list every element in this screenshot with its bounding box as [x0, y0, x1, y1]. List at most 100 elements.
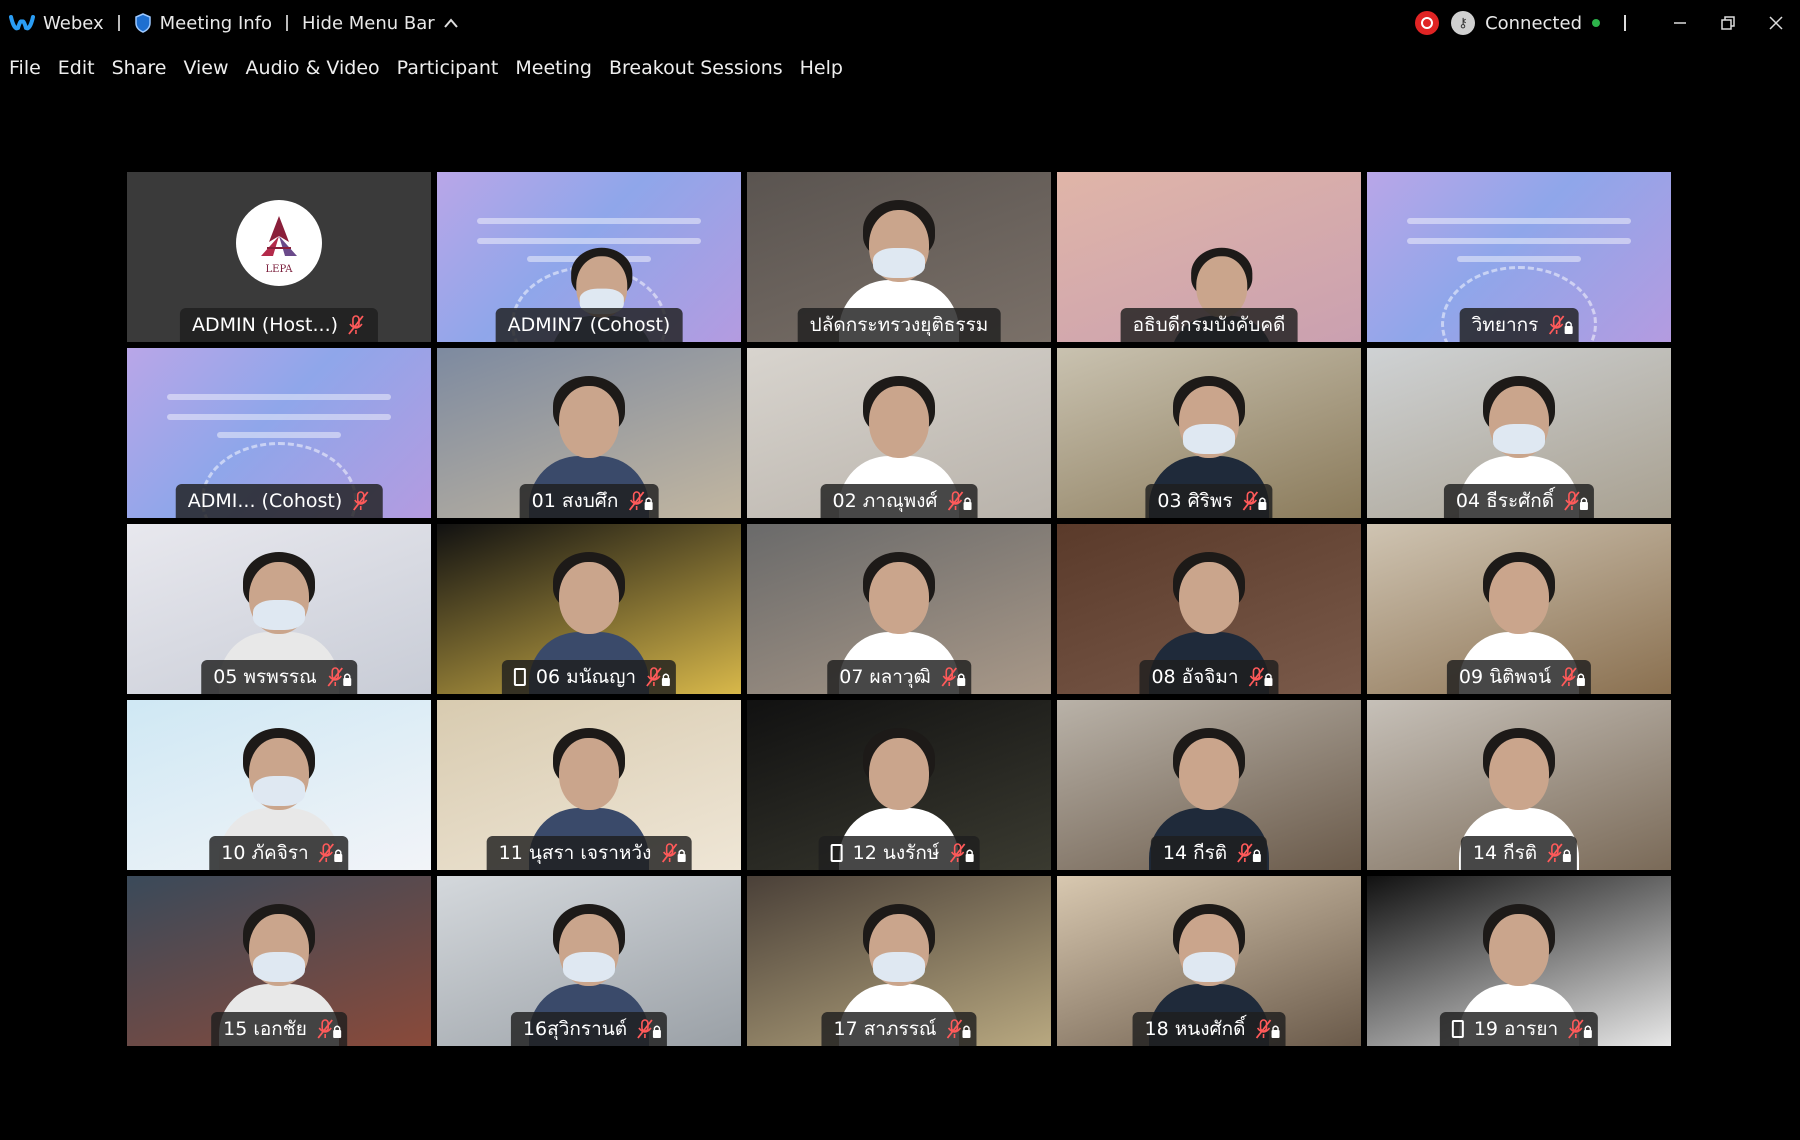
participant-tile[interactable]: 08 อัจจิมา: [1057, 524, 1361, 694]
muted-locked-mic-icon: [661, 842, 686, 864]
menu-view[interactable]: View: [183, 57, 228, 79]
muted-locked-mic-icon: [319, 842, 343, 864]
participant-name: 01 สงบศึก: [531, 490, 619, 512]
muted-locked-mic-icon: [1248, 666, 1273, 688]
menu-meeting[interactable]: Meeting: [515, 57, 592, 79]
participant-tile[interactable]: 02 ภาณุพงศ์: [747, 348, 1051, 518]
muted-mic-icon: [352, 490, 370, 512]
slide-text-line: [217, 432, 341, 438]
close-button[interactable]: [1752, 0, 1800, 46]
participant-name-label: 10 ภัคจิรา: [209, 836, 349, 870]
participant-name: ADMIN (Host...): [191, 314, 339, 336]
participant-name-label: 19 อารยา: [1439, 1012, 1599, 1046]
muted-locked-mic-icon: [1564, 490, 1589, 512]
participant-name-label: 11 นุสรา เจราหวัง: [486, 836, 692, 870]
webex-app-menu[interactable]: Webex: [9, 13, 104, 34]
participant-name-label: 14 กีรติ: [1460, 836, 1578, 870]
participant-tile[interactable]: 16สุวิกรานต์: [437, 876, 741, 1046]
muted-locked-mic-icon: [946, 1018, 971, 1040]
participant-tile[interactable]: 04 ธีระศักดิ์: [1367, 348, 1671, 518]
participant-name: 07 ผลาวุฒิ: [839, 666, 931, 688]
participant-tile[interactable]: 05 พรพรรณ: [127, 524, 431, 694]
participant-tile[interactable]: อธิบดีกรมบังคับคดี: [1057, 172, 1361, 342]
participant-name-label: 09 นิติพจน์: [1446, 660, 1592, 694]
menu-share[interactable]: Share: [112, 57, 167, 79]
recording-icon[interactable]: [1415, 11, 1440, 35]
participant-tile[interactable]: ADMIN7 (Cohost): [437, 172, 741, 342]
menu-help[interactable]: Help: [800, 57, 843, 79]
participant-name-label: 12 นงรักษ์: [818, 836, 980, 870]
participant-name: 02 ภาณุพงศ์: [832, 490, 938, 512]
participant-tile[interactable]: 15 เอกชัย: [127, 876, 431, 1046]
menu-edit[interactable]: Edit: [58, 57, 95, 79]
participant-name-label: 06 มนัณญา: [501, 660, 677, 694]
minimize-icon: [1674, 22, 1686, 24]
muted-locked-mic-icon: [1547, 842, 1572, 864]
participant-tile[interactable]: 10 ภัคจิรา: [127, 700, 431, 870]
mobile-device-icon: [830, 844, 843, 862]
mobile-device-icon: [1451, 1020, 1464, 1038]
participant-name-label: 15 เอกชัย: [211, 1012, 347, 1046]
participant-name: 14 กีรติ: [1162, 842, 1228, 864]
participant-tile[interactable]: 09 นิติพจน์: [1367, 524, 1671, 694]
divider: [1624, 15, 1626, 31]
participant-tile[interactable]: 01 สงบศึก: [437, 348, 741, 518]
shield-icon: [134, 13, 151, 33]
participant-tile[interactable]: 07 ผลาวุฒิ: [747, 524, 1051, 694]
muted-locked-mic-icon: [1255, 1018, 1280, 1040]
menu-audio-video[interactable]: Audio & Video: [246, 57, 380, 79]
menu-file[interactable]: File: [9, 57, 41, 79]
participant-tile[interactable]: 06 มนัณญา: [437, 524, 741, 694]
participant-name-label: ADMIN7 (Cohost): [495, 308, 683, 342]
slide-text-line: [477, 218, 701, 224]
muted-locked-mic-icon: [327, 666, 351, 688]
participant-tile[interactable]: LEPA ADMIN (Host...): [127, 172, 431, 342]
participant-name-label: ADMIN (Host...): [179, 308, 379, 342]
participant-tile[interactable]: 03 ศิริพร: [1057, 348, 1361, 518]
muted-locked-mic-icon: [646, 666, 671, 688]
menu-participant[interactable]: Participant: [397, 57, 499, 79]
muted-locked-mic-icon: [949, 842, 974, 864]
muted-mic-icon: [348, 314, 366, 336]
participant-tile[interactable]: 18 หนงศักดิ์: [1057, 876, 1361, 1046]
muted-locked-mic-icon: [1561, 666, 1586, 688]
participant-name: 10 ภัคจิรา: [221, 842, 309, 864]
participant-name: 09 นิติพจน์: [1458, 666, 1552, 688]
hide-menu-bar-label: Hide Menu Bar: [302, 12, 435, 34]
participant-tile[interactable]: ADMI... (Cohost): [127, 348, 431, 518]
lepa-logo: LEPA: [236, 200, 322, 286]
slide-text-line: [167, 414, 391, 420]
participant-tile[interactable]: 11 นุสรา เจราหวัง: [437, 700, 741, 870]
minimize-button[interactable]: [1656, 0, 1704, 46]
divider: [117, 15, 120, 31]
participant-name: วิทยากร: [1471, 314, 1539, 336]
participant-name-label: 01 สงบศึก: [519, 484, 659, 518]
participant-name-label: อธิบดีกรมบังคับคดี: [1120, 308, 1298, 342]
muted-locked-mic-icon: [317, 1018, 341, 1040]
participant-name-label: วิทยากร: [1459, 308, 1579, 342]
restore-button[interactable]: [1704, 0, 1752, 46]
menu-breakout-sessions[interactable]: Breakout Sessions: [609, 57, 783, 79]
participant-name: ปลัดกระทรวงยุติธรรม: [809, 314, 989, 336]
participant-tile[interactable]: วิทยากร: [1367, 172, 1671, 342]
muted-locked-mic-icon: [947, 490, 972, 512]
participant-name: ADMI... (Cohost): [187, 490, 343, 512]
participant-tile[interactable]: 14 กีรติ: [1057, 700, 1361, 870]
meeting-info-button[interactable]: Meeting Info: [134, 13, 272, 34]
participant-name-label: 14 กีรติ: [1150, 836, 1268, 870]
muted-locked-mic-icon: [637, 1018, 662, 1040]
key-icon[interactable]: ⚷: [1451, 11, 1476, 35]
participant-tile[interactable]: ปลัดกระทรวงยุติธรรม: [747, 172, 1051, 342]
participant-name: 15 เอกชัย: [223, 1018, 307, 1040]
hide-menu-bar-button[interactable]: Hide Menu Bar: [302, 13, 459, 34]
muted-locked-mic-icon: [1237, 842, 1262, 864]
participant-name-label: ADMI... (Cohost): [175, 484, 383, 518]
participant-name: 14 กีรติ: [1472, 842, 1538, 864]
divider: [286, 15, 289, 31]
participant-tile[interactable]: 19 อารยา: [1367, 876, 1671, 1046]
participant-tile[interactable]: 12 นงรักษ์: [747, 700, 1051, 870]
participant-tile[interactable]: 14 กีรติ: [1367, 700, 1671, 870]
participant-tile[interactable]: 17 สาภรรณ์: [747, 876, 1051, 1046]
participant-name-label: 05 พรพรรณ: [201, 660, 357, 694]
participant-name: 05 พรพรรณ: [213, 666, 317, 688]
